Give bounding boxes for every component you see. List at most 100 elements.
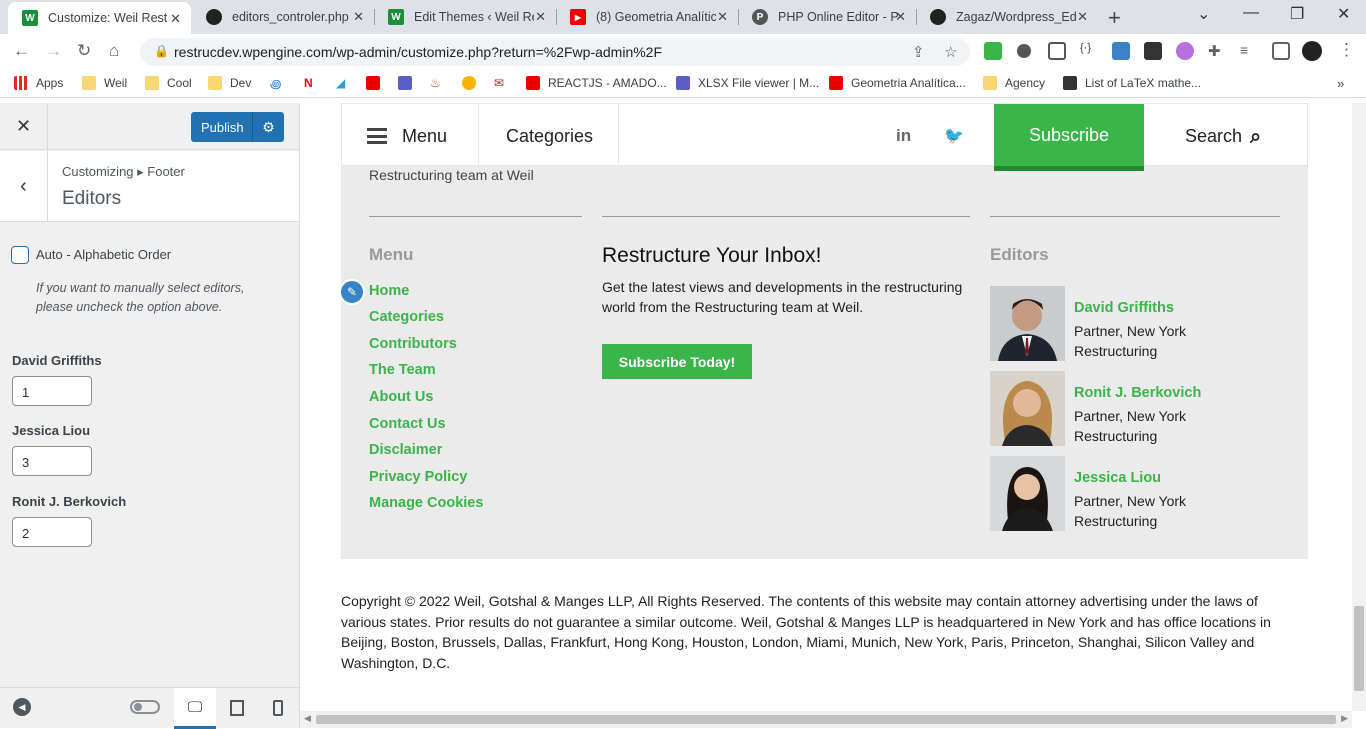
new-tab-button[interactable]: +	[1108, 5, 1121, 31]
tab-search-chevron-icon[interactable]: ⌄	[1197, 4, 1210, 24]
subscribe-today-button[interactable]: Subscribe Today!	[602, 344, 752, 379]
bookmark-reactjs[interactable]: REACTJS - AMADO...	[526, 76, 667, 90]
bookmark-icon-only[interactable]: ♨	[430, 76, 441, 90]
address-bar[interactable]: 🔒 restrucdev.wpengine.com/wp-admin/custo…	[140, 38, 970, 66]
extension-icon[interactable]	[1144, 42, 1162, 60]
bookmark-folder-agency[interactable]: Agency	[983, 76, 1045, 90]
close-tab-icon[interactable]: ✕	[170, 11, 181, 27]
twitter-icon[interactable]: 🐦	[944, 126, 964, 146]
tab-editors-controler[interactable]: editors_controler.php ✕	[192, 0, 375, 34]
tab-title: PHP Online Editor - Ph	[778, 10, 898, 24]
bookmark-star-icon[interactable]: ☆	[944, 43, 957, 61]
search-icon[interactable]: ⌕	[1250, 126, 1261, 149]
editor-name-ronit-berkovich[interactable]: Ronit J. Berkovich	[1074, 385, 1201, 401]
editor-name-jessica-liou[interactable]: Jessica Liou	[1074, 470, 1161, 486]
youtube-icon[interactable]	[366, 76, 388, 90]
close-tab-icon[interactable]: ✕	[895, 9, 906, 25]
side-panel-icon[interactable]	[1272, 42, 1290, 60]
alphabetic-order-checkbox[interactable]	[11, 246, 29, 264]
footer-link-categories[interactable]: Categories	[369, 309, 444, 325]
share-icon[interactable]: ⇪	[912, 43, 925, 61]
teams-icon[interactable]	[398, 76, 420, 90]
order-input-ronit-berkovich[interactable]: 2	[12, 517, 92, 547]
nav-categories[interactable]: Categories	[506, 126, 593, 147]
bookmark-icon-only[interactable]	[462, 76, 484, 90]
vertical-scrollbar[interactable]	[1352, 103, 1366, 711]
gear-icon[interactable]: ⚙	[252, 112, 284, 142]
mail-icon[interactable]: ✉	[494, 76, 504, 90]
toggle-switch[interactable]	[130, 700, 160, 714]
order-input-jessica-liou[interactable]: 3	[12, 446, 92, 476]
nav-subscribe-button[interactable]: Subscribe	[994, 104, 1144, 171]
screenshot-extension-icon[interactable]	[1048, 42, 1066, 60]
footer-link-privacy-policy[interactable]: Privacy Policy	[369, 469, 467, 485]
scroll-right-arrow-icon[interactable]: ▶	[1341, 713, 1348, 724]
bookmark-folder-dev[interactable]: Dev	[208, 76, 251, 90]
bookmark-icon-only[interactable]: ꩜	[270, 76, 281, 93]
checkbox-label[interactable]: Auto - Alphabetic Order	[36, 247, 171, 262]
bookmark-folder-cool[interactable]: Cool	[145, 76, 192, 90]
footer-link-the-team[interactable]: The Team	[369, 362, 436, 378]
mobile-preview-icon[interactable]	[273, 700, 283, 716]
collapse-sidebar-icon[interactable]: ◀	[13, 698, 31, 716]
editor-name-david-griffiths[interactable]: David Griffiths	[1074, 300, 1174, 316]
horizontal-scrollbar[interactable]: ◀ ▶	[300, 711, 1352, 728]
reading-list-icon[interactable]: ≡	[1240, 42, 1258, 60]
bookmark-latex[interactable]: List of LaTeX mathe...	[1063, 76, 1201, 90]
bookmark-folder-weil[interactable]: Weil	[82, 76, 127, 90]
bookmark-apps[interactable]: Apps	[14, 76, 63, 90]
bookmark-geometria[interactable]: Geometria Analítica...	[829, 76, 966, 90]
close-window-button[interactable]: ✕	[1337, 4, 1350, 24]
tab-php-editor[interactable]: P PHP Online Editor - Ph ✕	[738, 0, 917, 34]
footer-link-contributors[interactable]: Contributors	[369, 336, 457, 352]
edit-shortcut-pencil-icon[interactable]: ✎	[339, 279, 365, 305]
restore-button[interactable]: ❐	[1290, 4, 1304, 24]
order-input-david-griffiths[interactable]: 1	[12, 376, 92, 406]
close-tab-icon[interactable]: ✕	[717, 9, 728, 25]
minimize-button[interactable]: —	[1243, 4, 1259, 22]
tablet-preview-icon[interactable]	[230, 700, 244, 716]
extension-icon[interactable]	[1112, 42, 1130, 60]
tab-customize[interactable]: W Customize: Weil Restru ✕	[8, 2, 191, 34]
forward-arrow-icon[interactable]: →	[45, 41, 62, 61]
tab-youtube[interactable]: ▶ (8) Geometria Analític ✕	[556, 0, 739, 34]
scrollbar-thumb[interactable]	[1354, 606, 1364, 691]
json-extension-icon[interactable]: {·}	[1080, 42, 1098, 60]
back-chevron-icon[interactable]: ‹	[0, 151, 48, 222]
scrollbar-thumb[interactable]	[316, 715, 1336, 724]
tab-edit-themes[interactable]: W Edit Themes ‹ Weil Re ✕	[374, 0, 557, 34]
home-icon[interactable]: ⌂	[109, 41, 119, 61]
more-bookmarks-chevron-icon[interactable]: »	[1337, 76, 1344, 91]
footer-link-manage-cookies[interactable]: Manage Cookies	[369, 495, 483, 511]
nav-menu[interactable]: Menu	[402, 126, 447, 147]
tab-github-zagaz[interactable]: Zagaz/Wordpress_Edit ✕	[916, 0, 1098, 34]
extension-icon[interactable]	[1017, 44, 1031, 58]
close-tab-icon[interactable]: ✕	[1077, 9, 1088, 25]
hamburger-icon[interactable]	[367, 128, 387, 144]
puzzle-icon[interactable]: ✚	[1208, 42, 1226, 60]
linkedin-icon[interactable]: in	[896, 126, 911, 146]
footer-link-home[interactable]: Home	[369, 283, 409, 299]
more-menu-icon[interactable]: ⋮	[1338, 40, 1355, 60]
lock-icon[interactable]: 🔒	[154, 44, 169, 58]
publish-button[interactable]: Publish ⚙	[191, 112, 284, 142]
extension-icon[interactable]	[1176, 42, 1194, 60]
php-favicon-icon: P	[752, 9, 768, 25]
netflix-icon[interactable]: N	[304, 76, 313, 90]
desktop-preview-icon[interactable]: 🖵	[174, 688, 216, 729]
scroll-left-arrow-icon[interactable]: ◀	[304, 713, 311, 724]
bookmark-icon-only[interactable]: ◢	[336, 76, 345, 90]
nav-search[interactable]: Search	[1185, 126, 1242, 147]
extension-icon[interactable]	[984, 42, 1002, 60]
reload-icon[interactable]: ↻	[77, 41, 91, 61]
back-arrow-icon[interactable]: ←	[13, 41, 30, 61]
url-text[interactable]: restrucdev.wpengine.com/wp-admin/customi…	[174, 44, 662, 60]
close-tab-icon[interactable]: ✕	[535, 9, 546, 25]
footer-link-disclaimer[interactable]: Disclaimer	[369, 442, 442, 458]
avatar[interactable]	[1302, 41, 1322, 61]
close-tab-icon[interactable]: ✕	[353, 9, 364, 25]
footer-link-contact-us[interactable]: Contact Us	[369, 416, 446, 432]
close-customizer-icon[interactable]: ✕	[0, 103, 48, 150]
footer-link-about-us[interactable]: About Us	[369, 389, 433, 405]
bookmark-xlsx[interactable]: XLSX File viewer | M...	[676, 76, 819, 90]
